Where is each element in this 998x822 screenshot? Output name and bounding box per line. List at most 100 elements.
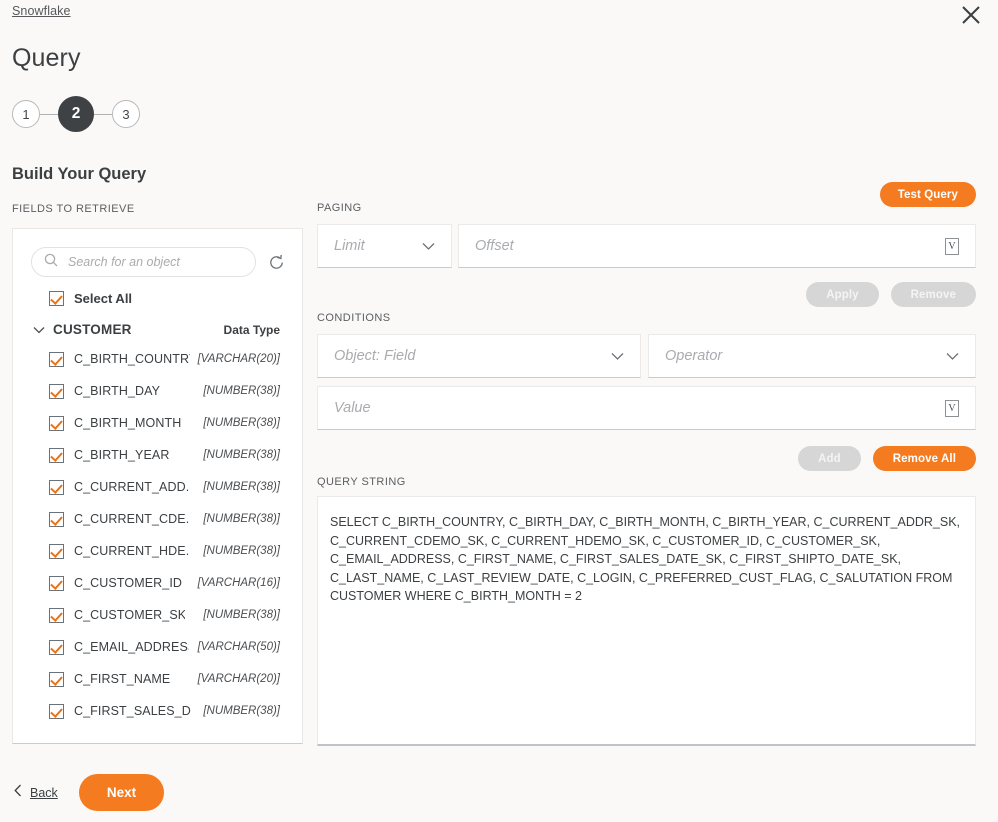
select-all-checkbox[interactable] <box>49 291 64 306</box>
field-checkbox[interactable] <box>49 511 64 527</box>
table-header-row: CUSTOMER Data Type <box>13 306 302 337</box>
chevron-down-icon[interactable] <box>33 326 47 334</box>
close-icon[interactable] <box>954 0 988 30</box>
field-name: C_FIRST_SALES_D... <box>74 704 192 718</box>
field-row[interactable]: C_CURRENT_ADD... [NUMBER(38)] <box>49 471 280 503</box>
field-row[interactable]: C_CURRENT_CDE... [NUMBER(38)] <box>49 503 280 535</box>
object-field-placeholder: Object: Field <box>334 348 416 364</box>
field-checkbox[interactable] <box>49 447 64 463</box>
wizard-step-1[interactable]: 1 <box>12 100 40 128</box>
field-name: C_CURRENT_HDE... <box>74 544 190 558</box>
value-placeholder: Value <box>334 400 371 416</box>
field-data-type: [NUMBER(38)] <box>203 705 280 717</box>
field-row[interactable]: C_EMAIL_ADDRESS [VARCHAR(50)] <box>49 631 280 663</box>
query-string-textarea[interactable]: SELECT C_BIRTH_COUNTRY, C_BIRTH_DAY, C_B… <box>317 496 976 746</box>
remove-all-conditions-button[interactable]: Remove All <box>872 446 976 471</box>
field-name: C_EMAIL_ADDRESS <box>74 640 190 654</box>
select-all-label: Select All <box>74 291 133 306</box>
field-name: C_CURRENT_ADD... <box>74 480 190 494</box>
field-checkbox[interactable] <box>49 639 64 655</box>
field-data-type: [NUMBER(38)] <box>203 449 280 461</box>
field-checkbox[interactable] <box>49 607 64 623</box>
fields-panel: Select All CUSTOMER Data Type C_BIRTH_CO… <box>12 228 303 744</box>
chevron-down-icon[interactable] <box>611 352 624 361</box>
field-list: C_BIRTH_COUNTRY [VARCHAR(20)] C_BIRTH_DA… <box>13 337 302 727</box>
field-name: C_BIRTH_COUNTRY <box>74 352 190 366</box>
field-data-type: [NUMBER(38)] <box>203 481 280 493</box>
field-row[interactable]: C_BIRTH_DAY [NUMBER(38)] <box>49 375 280 407</box>
limit-select[interactable]: Limit <box>317 224 452 268</box>
field-checkbox[interactable] <box>49 543 64 559</box>
field-checkbox[interactable] <box>49 479 64 495</box>
data-type-column-header: Data Type <box>223 322 280 337</box>
field-row[interactable]: C_CUSTOMER_ID [VARCHAR(16)] <box>49 567 280 599</box>
next-button[interactable]: Next <box>79 774 164 811</box>
query-string-label: QUERY STRING <box>317 476 406 488</box>
back-label: Back <box>30 786 58 800</box>
field-checkbox[interactable] <box>49 415 64 431</box>
conditions-button-row: Add Remove All <box>798 446 976 471</box>
page-title: Query <box>12 44 81 72</box>
field-data-type: [NUMBER(38)] <box>203 609 280 621</box>
offset-input[interactable]: Offset V <box>458 224 976 268</box>
offset-placeholder: Offset <box>475 238 514 254</box>
paging-button-row: Apply Remove <box>806 282 976 307</box>
field-checkbox[interactable] <box>49 351 64 367</box>
field-row[interactable]: C_FIRST_NAME [VARCHAR(20)] <box>49 663 280 695</box>
field-name: C_CUSTOMER_ID <box>74 576 183 590</box>
field-data-type: [NUMBER(38)] <box>203 385 280 397</box>
chevron-left-icon <box>14 784 22 802</box>
operator-placeholder: Operator <box>665 348 723 364</box>
add-condition-button[interactable]: Add <box>798 446 861 471</box>
section-title: Build Your Query <box>12 165 147 183</box>
variable-insert-icon[interactable]: V <box>945 399 959 417</box>
refresh-icon[interactable] <box>264 250 288 274</box>
chevron-down-icon[interactable] <box>946 352 959 361</box>
test-query-button[interactable]: Test Query <box>879 182 976 207</box>
value-input[interactable]: Value V <box>317 386 976 430</box>
wizard-step-2[interactable]: 2 <box>58 96 94 132</box>
paging-label: PAGING <box>317 202 362 214</box>
stepper-connector <box>94 113 112 115</box>
field-name: C_BIRTH_MONTH <box>74 416 182 430</box>
field-name: C_BIRTH_DAY <box>74 384 161 398</box>
field-row[interactable]: C_BIRTH_COUNTRY [VARCHAR(20)] <box>49 343 280 375</box>
field-row[interactable]: C_BIRTH_YEAR [NUMBER(38)] <box>49 439 280 471</box>
back-button[interactable]: Back <box>14 784 58 802</box>
field-checkbox[interactable] <box>49 575 64 591</box>
field-row[interactable]: C_FIRST_SALES_D... [NUMBER(38)] <box>49 695 280 727</box>
limit-placeholder: Limit <box>334 238 365 254</box>
table-name-customer[interactable]: CUSTOMER <box>53 322 188 337</box>
search-input[interactable] <box>66 254 243 270</box>
stepper-connector <box>40 113 58 115</box>
select-all-row[interactable]: Select All <box>13 277 302 306</box>
field-data-type: [NUMBER(38)] <box>203 545 280 557</box>
wizard-footer: Back Next <box>0 772 998 822</box>
field-data-type: [NUMBER(38)] <box>203 513 280 525</box>
search-box[interactable] <box>31 247 256 277</box>
breadcrumb-snowflake[interactable]: Snowflake <box>12 4 71 18</box>
field-checkbox[interactable] <box>49 671 64 687</box>
field-data-type: [VARCHAR(50)] <box>197 641 280 653</box>
operator-select[interactable]: Operator <box>648 334 976 378</box>
field-checkbox[interactable] <box>49 703 64 719</box>
field-checkbox[interactable] <box>49 383 64 399</box>
field-data-type: [NUMBER(38)] <box>203 417 280 429</box>
variable-insert-icon[interactable]: V <box>945 237 959 255</box>
chevron-down-icon[interactable] <box>422 242 435 251</box>
field-row[interactable]: C_CURRENT_HDE... [NUMBER(38)] <box>49 535 280 567</box>
fields-to-retrieve-label: FIELDS TO RETRIEVE <box>12 203 135 215</box>
field-name: C_CURRENT_CDE... <box>74 512 190 526</box>
wizard-step-3[interactable]: 3 <box>112 100 140 128</box>
field-name: C_BIRTH_YEAR <box>74 448 170 462</box>
object-field-select[interactable]: Object: Field <box>317 334 641 378</box>
field-name: C_FIRST_NAME <box>74 672 171 686</box>
apply-button[interactable]: Apply <box>806 282 879 307</box>
field-row[interactable]: C_BIRTH_MONTH [NUMBER(38)] <box>49 407 280 439</box>
field-row[interactable]: C_CUSTOMER_SK [NUMBER(38)] <box>49 599 280 631</box>
query-wizard-page: Snowflake Query 1 2 3 Build Your Query F… <box>0 0 998 822</box>
conditions-label: CONDITIONS <box>317 312 391 324</box>
wizard-stepper: 1 2 3 <box>12 96 140 132</box>
field-data-type: [VARCHAR(20)] <box>197 673 280 685</box>
remove-button[interactable]: Remove <box>890 282 976 307</box>
